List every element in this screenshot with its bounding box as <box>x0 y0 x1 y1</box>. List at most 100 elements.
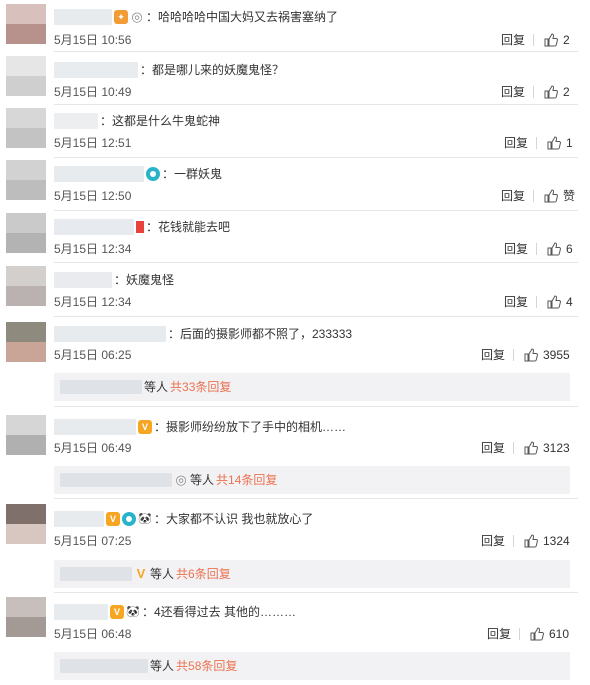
reply-button[interactable]: 回复 <box>504 135 528 151</box>
sub-reply-bar[interactable]: 等人 共33条回复 <box>54 373 570 401</box>
comment-divider <box>54 51 578 52</box>
comment-text: ：哈哈哈哈中国大妈又去祸害塞纳了 <box>146 10 339 24</box>
like-button[interactable]: 1 <box>547 135 573 151</box>
reply-button[interactable]: 回复 <box>501 32 525 48</box>
comment-text: ：大家都不认识 我也就放心了 <box>154 512 314 526</box>
action-separator <box>519 628 520 640</box>
ring-badge-icon: ◎ <box>131 9 143 24</box>
like-button[interactable]: 610 <box>530 626 569 642</box>
username[interactable] <box>54 419 136 435</box>
like-button[interactable]: 6 <box>547 241 573 257</box>
thumbs-up-icon <box>544 33 558 47</box>
vip-badge-icon: V <box>106 512 120 526</box>
like-button[interactable]: 1324 <box>524 533 570 549</box>
view-replies-link[interactable]: 共14条回复 <box>216 466 277 494</box>
avatar[interactable] <box>6 266 46 306</box>
vip-badge-icon: V <box>138 420 152 434</box>
avatar[interactable] <box>6 56 46 96</box>
reply-button[interactable]: 回复 <box>481 347 505 363</box>
comment-time: 5月15日 06:25 <box>54 348 132 362</box>
username[interactable] <box>54 272 112 288</box>
comment-text: ：4还看得过去 其他的……… <box>142 605 297 619</box>
like-count: 1 <box>566 136 573 150</box>
avatar[interactable] <box>6 108 46 148</box>
comment-divider <box>54 104 578 105</box>
sub-reply-usernames <box>60 380 142 394</box>
view-replies-link[interactable]: 共58条回复 <box>176 652 237 680</box>
thumbs-up-icon <box>547 295 561 309</box>
thumbs-up-icon <box>524 534 538 548</box>
comment-time: 5月15日 06:48 <box>54 627 132 641</box>
username[interactable] <box>54 166 144 182</box>
reply-button[interactable]: 回复 <box>481 440 505 456</box>
like-button[interactable]: 2 <box>544 84 570 100</box>
reply-button[interactable]: 回复 <box>487 626 511 642</box>
comment-divider <box>54 210 578 211</box>
comment-divider <box>54 262 578 263</box>
comment-text: ：这都是什么牛鬼蛇神 <box>100 114 221 128</box>
thumbs-up-icon <box>544 189 558 203</box>
comment-text: ：妖魔鬼怪 <box>114 273 175 287</box>
comment-text: ：后面的摄影师都不照了，233333 <box>168 327 353 341</box>
like-button[interactable]: 4 <box>547 294 573 310</box>
comment-time: 5月15日 10:56 <box>54 33 132 47</box>
avatar[interactable] <box>6 504 46 544</box>
avatar[interactable] <box>6 160 46 200</box>
comment-divider <box>54 157 578 158</box>
sub-reply-label: 等人 <box>150 567 175 581</box>
like-button[interactable]: 赞 <box>544 188 575 204</box>
view-replies-link[interactable]: 共6条回复 <box>176 560 231 588</box>
action-separator <box>533 86 534 98</box>
comment-time: 5月15日 07:25 <box>54 534 132 548</box>
panda-badge-icon: 🐼 <box>138 513 152 525</box>
flag-badge-icon <box>136 221 144 233</box>
sub-reply-bar[interactable]: ◎ 等人 共14条回复 <box>54 466 570 494</box>
comment-text: ：花钱就能去吧 <box>146 220 231 234</box>
like-count: 2 <box>563 85 570 99</box>
avatar[interactable] <box>6 213 46 253</box>
action-separator <box>536 296 537 308</box>
thumbs-up-icon <box>547 242 561 256</box>
comment-time: 5月15日 10:49 <box>54 85 132 99</box>
action-separator <box>513 535 514 547</box>
like-count: 1324 <box>543 534 570 548</box>
reply-button[interactable]: 回复 <box>501 84 525 100</box>
username[interactable] <box>54 62 138 78</box>
avatar[interactable] <box>6 597 46 637</box>
username[interactable] <box>54 511 104 527</box>
sub-reply-label: 等人 <box>150 659 175 673</box>
verified-badge-icon: V <box>136 566 146 581</box>
comment-time: 5月15日 12:50 <box>54 189 132 203</box>
username[interactable] <box>54 9 112 25</box>
action-separator <box>536 137 537 149</box>
comment-text: ：都是哪儿来的妖魔鬼怪？ <box>140 63 285 77</box>
like-button[interactable]: 3123 <box>524 440 570 456</box>
comment-time: 5月15日 12:51 <box>54 136 132 150</box>
sub-reply-usernames <box>60 659 148 673</box>
panda-badge-icon: 🐼 <box>126 606 140 618</box>
ring-badge-icon: ◎ <box>175 472 187 487</box>
comment-text: ：摄影师纷纷放下了手中的相机…… <box>154 420 347 434</box>
thumbs-up-icon <box>547 136 561 150</box>
comment-time: 5月15日 12:34 <box>54 242 132 256</box>
reply-button[interactable]: 回复 <box>504 241 528 257</box>
username[interactable] <box>54 219 134 235</box>
username[interactable] <box>54 326 166 342</box>
username[interactable] <box>54 113 98 129</box>
sub-reply-bar[interactable]: 等人 共58条回复 <box>54 652 570 680</box>
like-button[interactable]: 3955 <box>524 347 570 363</box>
avatar[interactable] <box>6 322 46 362</box>
like-count: 6 <box>566 242 573 256</box>
reply-button[interactable]: 回复 <box>504 294 528 310</box>
vip-badge-icon: V <box>110 605 124 619</box>
username[interactable] <box>54 604 108 620</box>
like-button[interactable]: 2 <box>544 32 570 48</box>
reply-button[interactable]: 回复 <box>481 533 505 549</box>
avatar[interactable] <box>6 4 46 44</box>
sub-reply-label: 等人 <box>190 473 215 487</box>
camera-badge-icon <box>122 512 136 526</box>
view-replies-link[interactable]: 共33条回复 <box>170 373 231 401</box>
reply-button[interactable]: 回复 <box>501 188 525 204</box>
avatar[interactable] <box>6 415 46 455</box>
sub-reply-bar[interactable]: V 等人 共6条回复 <box>54 560 570 588</box>
